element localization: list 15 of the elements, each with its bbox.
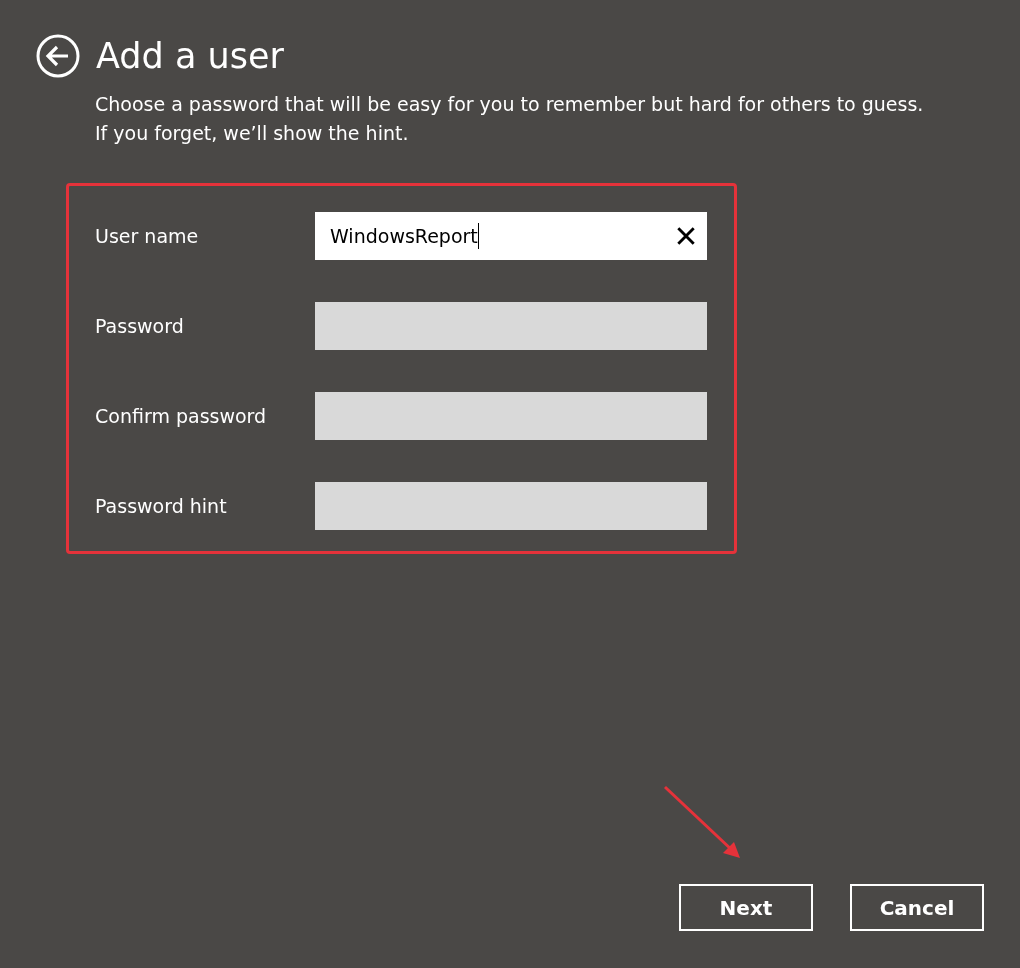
dialog-button[interactable]: Next <box>679 884 813 931</box>
description-text: Choose a password that will be easy for you to remember but hard for others to guess. <box>95 92 925 117</box>
field-label: Password <box>95 315 185 337</box>
page-title: Add a user <box>96 35 284 78</box>
field-label: Password hint <box>95 495 228 517</box>
field-label: User name <box>95 225 200 247</box>
input-field[interactable] <box>315 392 707 440</box>
description-text: If you forget, we’ll show the hint. <box>95 121 410 146</box>
back-icon[interactable] <box>36 34 80 78</box>
dialog-button[interactable]: Cancel <box>850 884 984 931</box>
field-label: Confirm password <box>95 405 268 427</box>
input-field[interactable]: WindowsReport <box>315 212 707 260</box>
input-field[interactable] <box>315 482 707 530</box>
close-icon[interactable] <box>675 225 697 247</box>
input-field[interactable] <box>315 302 707 350</box>
